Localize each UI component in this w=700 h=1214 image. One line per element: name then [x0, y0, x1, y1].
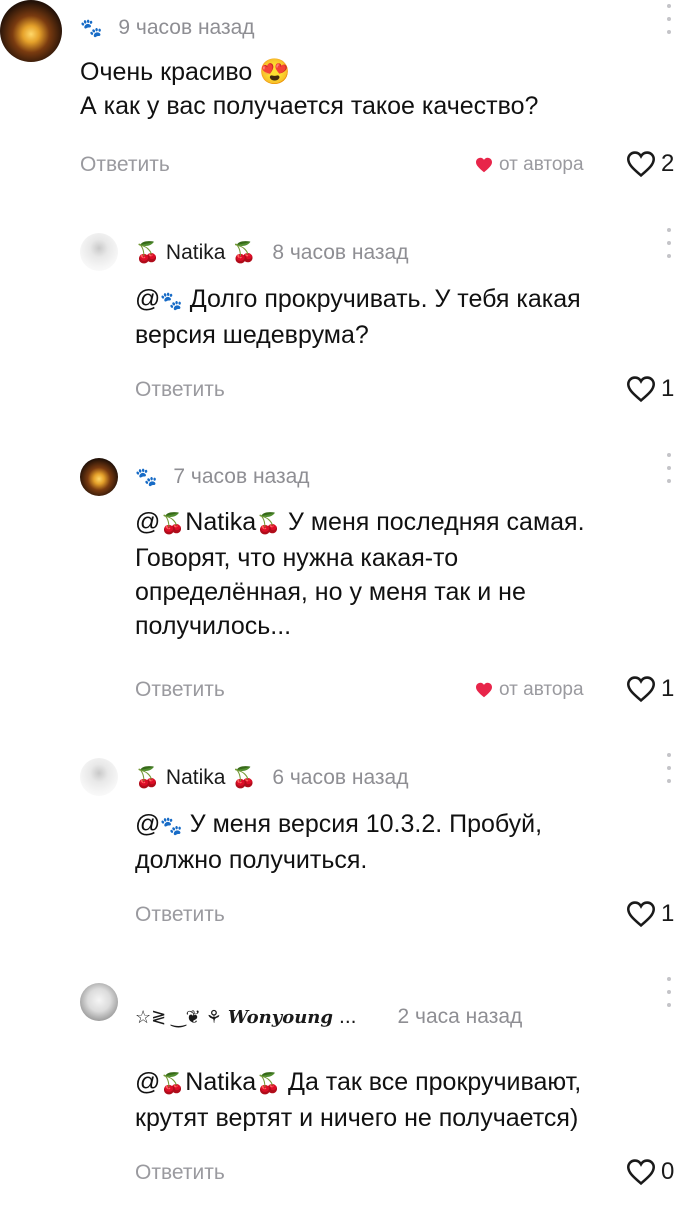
heart-filled-icon	[476, 157, 492, 173]
avatar[interactable]	[80, 758, 118, 796]
avatar[interactable]	[80, 458, 118, 496]
mention[interactable]: @🍒Natika🍒	[135, 508, 281, 536]
comment-text: @🍒Natika🍒 Да так все прокручивают, крутя…	[135, 1065, 655, 1135]
reply-button[interactable]: Ответить	[135, 903, 225, 927]
comment-4: 🍒 Natika 🍒 6 часов назад @🐾 У меня верси…	[0, 753, 700, 945]
author-ellipsis: ...	[338, 1005, 357, 1028]
comment-3: 🐾 7 часов назад @🍒Natika🍒 У меня последн…	[0, 453, 700, 715]
comment-text: @🐾 Долго прокручивать. У тебя какая верс…	[135, 282, 645, 352]
reply-button[interactable]: Ответить	[80, 153, 170, 177]
comment-time: 2 часа назад	[397, 1005, 523, 1028]
comment-text-line: А как у вас получается такое качество?	[80, 92, 539, 120]
cherry-icon: 🍒	[135, 242, 160, 264]
from-author-label: от автора	[499, 679, 584, 700]
comment-text: @🐾 У меня версия 10.3.2. Пробуй, должно …	[135, 807, 615, 877]
comment-text: @🍒Natika🍒 У меня последняя самая. Говоря…	[135, 505, 605, 643]
liked-by-author-badge: от автора	[475, 679, 584, 701]
mention-at: @	[135, 285, 161, 313]
mention[interactable]: @🐾	[135, 810, 183, 838]
comment-text-line: Очень красиво	[80, 58, 253, 86]
more-options-icon[interactable]	[664, 228, 674, 258]
cherry-icon: 🍒	[160, 1073, 186, 1095]
comment-2: 🍒 Natika 🍒 8 часов назад @🐾 Долго прокру…	[0, 228, 700, 420]
like-count: 1	[661, 900, 675, 927]
heart-outline-icon	[626, 901, 656, 928]
paw-icon: 🐾	[80, 17, 103, 38]
comment-header: ☆≷ ‿❦ ⚘ Wonyoung ... 2 часа назад	[135, 1005, 522, 1029]
cherry-icon: 🍒	[256, 513, 282, 535]
reply-button[interactable]: Ответить	[135, 678, 225, 702]
avatar[interactable]	[80, 983, 118, 1021]
more-options-icon[interactable]	[664, 977, 674, 1007]
comment-header: 🍒 Natika 🍒 6 часов назад	[135, 765, 409, 790]
reply-button[interactable]: Ответить	[135, 378, 225, 402]
comment-text-content: У меня версия 10.3.2. Пробуй, должно пол…	[135, 810, 543, 874]
comment-text-content: Долго прокручивать. У тебя какая версия …	[135, 285, 581, 349]
cherry-icon: 🍒	[231, 242, 257, 264]
heart-filled-icon	[476, 682, 492, 698]
comment-time: 7 часов назад	[173, 465, 310, 488]
mention[interactable]: @🍒Natika🍒	[135, 1068, 281, 1096]
heart-outline-icon	[626, 376, 656, 403]
comment-header: 🐾 9 часов назад	[80, 16, 255, 40]
more-options-icon[interactable]	[664, 4, 674, 34]
like-button[interactable]: 1	[625, 675, 674, 703]
paw-icon: 🐾	[135, 466, 158, 487]
comment-5: ☆≷ ‿❦ ⚘ Wonyoung ... 2 часа назад @🍒Nati…	[0, 975, 700, 1205]
comment-time: 6 часов назад	[272, 765, 409, 789]
like-button[interactable]: 2	[625, 150, 674, 178]
heart-outline-icon	[626, 1159, 656, 1186]
author-name[interactable]: Wonyoung	[228, 1007, 333, 1028]
author-name[interactable]: Natika	[166, 766, 226, 790]
reply-button[interactable]: Ответить	[135, 1161, 225, 1185]
mention-at: @	[135, 1068, 161, 1096]
heart-outline-icon	[626, 151, 656, 178]
like-count: 1	[661, 375, 675, 402]
comment-header: 🍒 Natika 🍒 8 часов назад	[135, 240, 409, 265]
like-count: 0	[661, 1158, 675, 1185]
more-options-icon[interactable]	[664, 453, 674, 483]
paw-icon: 🐾	[160, 816, 183, 836]
cherry-icon: 🍒	[135, 767, 160, 789]
cherry-icon: 🍒	[256, 1073, 282, 1095]
avatar[interactable]	[80, 233, 118, 271]
comment-time: 8 часов назад	[272, 240, 409, 264]
comment-1: 🐾 9 часов назад Очень красиво 😍 А как у …	[0, 0, 700, 200]
mention-at: @	[135, 810, 161, 838]
more-options-icon[interactable]	[664, 753, 674, 783]
mention-name: Natika	[185, 508, 257, 536]
comment-text: Очень красиво 😍 А как у вас получается т…	[80, 55, 640, 123]
like-button[interactable]: 1	[625, 375, 674, 403]
liked-by-author-badge: от автора	[475, 154, 584, 176]
comment-header: 🐾 7 часов назад	[135, 465, 310, 489]
heart-outline-icon	[626, 676, 656, 703]
like-button[interactable]: 1	[625, 900, 674, 928]
like-button[interactable]: 0	[625, 1158, 674, 1186]
paw-icon: 🐾	[160, 291, 183, 311]
like-count: 1	[661, 675, 675, 702]
avatar[interactable]	[0, 0, 62, 62]
heart-eyes-emoji: 😍	[259, 58, 291, 86]
author-name[interactable]: Natika	[166, 241, 226, 265]
mention-name: Natika	[185, 1068, 257, 1096]
comment-time: 9 часов назад	[118, 16, 255, 39]
mention-at: @	[135, 508, 161, 536]
cherry-icon: 🍒	[231, 767, 257, 789]
author-decoration: ☆≷ ‿❦ ⚘	[135, 1006, 222, 1027]
from-author-label: от автора	[499, 154, 584, 175]
cherry-icon: 🍒	[160, 513, 186, 535]
like-count: 2	[661, 150, 675, 177]
mention[interactable]: @🐾	[135, 285, 183, 313]
